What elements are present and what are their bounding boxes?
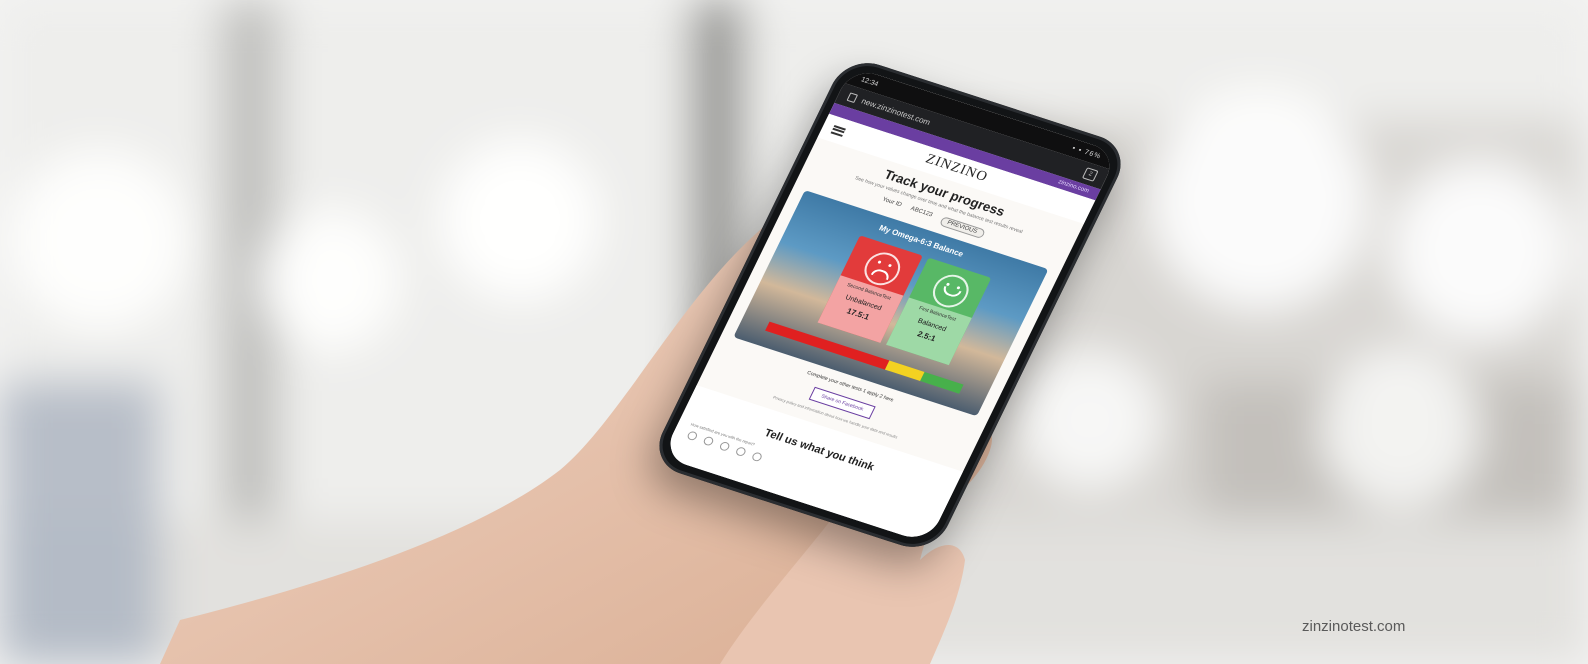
rating-option[interactable] [718,440,731,452]
rating-option[interactable] [702,435,715,447]
scale-yellow [885,360,925,382]
rating-option[interactable] [734,446,748,458]
tab-your-id[interactable]: Your ID [879,197,902,212]
watermark-text: zinzinotest.com [1302,618,1406,635]
status-time: 12:34 [859,75,880,88]
tab-code[interactable]: ABC123 [908,206,933,222]
photo-scene: 12:34 ▪ ▪ 76% new.zinzinotest.com 2 zinz… [0,0,1588,664]
rating-option[interactable] [750,451,764,463]
tabs-icon[interactable]: 2 [1081,167,1099,182]
lock-icon [846,91,859,103]
scale-green [920,372,964,394]
rating-option[interactable] [686,430,699,442]
